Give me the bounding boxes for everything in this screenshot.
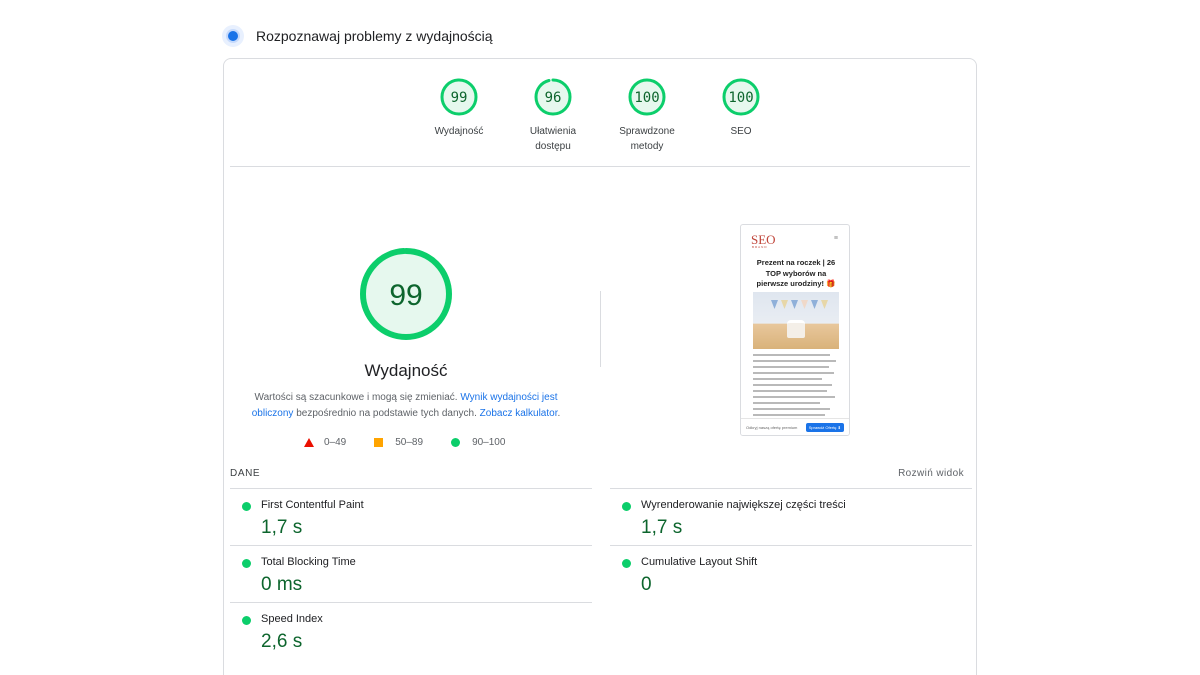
gauge-ring: 96	[534, 78, 572, 116]
metric-lcp: Wyrenderowanie największej części treści…	[610, 488, 972, 545]
gauge-ring: 100	[722, 78, 760, 116]
thumbnail-logo-sub: BRAND	[752, 245, 768, 249]
offer-bar-button: Sprawdź Ofertę ⬇	[805, 422, 844, 432]
desc-text: .	[557, 408, 561, 419]
gauge-score: 96	[545, 90, 562, 106]
gauge-label: Sprawdzone metody	[619, 126, 675, 152]
performance-gauge: 99	[358, 246, 454, 342]
calculator-link[interactable]: Zobacz kalkulator	[480, 408, 558, 419]
metric-cls: Cumulative Layout Shift 0	[610, 545, 972, 602]
thumbnail-hero-image	[753, 292, 839, 349]
performance-gauge-ring: 99	[360, 248, 452, 340]
gauge-performance[interactable]: 99 Wydajność	[414, 77, 504, 139]
pass-circle-icon	[242, 616, 251, 625]
metric-value: 1,7 s	[641, 517, 683, 538]
performance-description: Wartości są szacunkowe i mogą się zmieni…	[244, 390, 568, 422]
metric-tbt: Total Blocking Time 0 ms	[230, 545, 592, 602]
legend-item-fail: 0–49	[304, 437, 346, 448]
circle-icon	[451, 438, 461, 447]
metric-value: 0	[641, 574, 652, 595]
metric-name: Total Blocking Time	[261, 556, 356, 568]
gauge-score: 100	[728, 90, 753, 106]
metric-name: Wyrenderowanie największej części treści	[641, 499, 846, 511]
performance-score: 99	[389, 279, 422, 312]
gauge-score: 99	[451, 90, 468, 106]
expand-view-toggle[interactable]: Rozwiń widok	[898, 468, 964, 479]
score-legend: 0–49 50–89 90–100	[304, 437, 533, 448]
gauge-score: 100	[634, 90, 659, 106]
metric-value: 1,7 s	[261, 517, 303, 538]
score-gauges: 99 Wydajność 96 Ułatwienia dostępu 100 S…	[224, 77, 976, 173]
thumbnail-title: Prezent na roczek | 26 TOP wyborów na pi…	[756, 258, 836, 288]
gauge-label: Wydajność	[434, 126, 484, 137]
legend-item-pass: 90–100	[451, 437, 505, 448]
thumbnail-body-text	[753, 354, 839, 426]
gauge-accessibility[interactable]: 96 Ułatwienia dostępu	[508, 77, 598, 154]
hamburger-menu-icon: ≡	[833, 235, 838, 242]
gauge-label: Ułatwienia dostępu	[529, 126, 577, 152]
triangle-icon	[304, 438, 314, 447]
pass-circle-icon	[242, 502, 251, 511]
legend-range: 50–89	[395, 437, 424, 448]
gauge-seo[interactable]: 100 SEO	[696, 77, 786, 139]
cake-image	[787, 320, 805, 338]
pass-circle-icon	[622, 502, 631, 511]
page-screenshot-thumbnail[interactable]: SEO BRAND ≡ Prezent na roczek | 26 TOP w…	[740, 224, 850, 436]
section-header: Rozpoznawaj problemy z wydajnością	[222, 24, 493, 48]
metric-fcp: First Contentful Paint 1,7 s	[230, 488, 592, 545]
metric-value: 0 ms	[261, 574, 303, 595]
thumbnail-offer-bar: Odkryj naszą ofertę premium Sprawdź Ofer…	[741, 418, 849, 435]
performance-title: Wydajność	[364, 361, 448, 380]
bunting-flags	[771, 300, 831, 310]
metric-speed-index: Speed Index 2,6 s	[230, 602, 592, 659]
metric-name: Cumulative Layout Shift	[641, 556, 758, 568]
gauge-ring: 99	[440, 78, 478, 116]
metric-name: Speed Index	[261, 613, 323, 625]
legend-range: 0–49	[324, 437, 347, 448]
gauge-best-practices[interactable]: 100 Sprawdzone metody	[602, 77, 692, 154]
divider	[230, 166, 970, 167]
metric-name: First Contentful Paint	[261, 499, 364, 511]
offer-bar-text: Odkryj naszą ofertę premium	[746, 424, 798, 430]
desc-text: bezpośrednio na podstawie tych danych.	[293, 408, 480, 419]
gauge-label: SEO	[730, 126, 752, 137]
section-title: Rozpoznawaj problemy z wydajnością	[256, 28, 493, 44]
legend-item-average: 50–89	[374, 437, 423, 448]
square-icon	[374, 438, 384, 447]
lighthouse-icon	[222, 25, 244, 47]
pass-circle-icon	[242, 559, 251, 568]
metric-value: 2,6 s	[261, 631, 303, 652]
desc-text: Wartości są szacunkowe i mogą się zmieni…	[254, 392, 461, 403]
vertical-divider	[600, 291, 601, 367]
pass-circle-icon	[622, 559, 631, 568]
gauge-ring: 100	[628, 78, 666, 116]
metrics-section-label: DANE	[230, 468, 261, 479]
legend-range: 90–100	[472, 437, 506, 448]
report-card: 99 Wydajność 96 Ułatwienia dostępu 100 S…	[223, 58, 977, 675]
